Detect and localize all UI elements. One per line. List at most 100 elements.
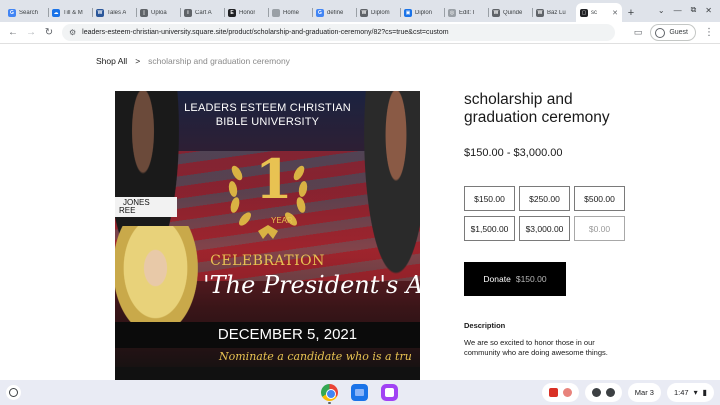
- tab-favicon-icon: G: [8, 8, 16, 17]
- amount-option[interactable]: $500.00: [574, 186, 625, 211]
- product-title: scholarship and graduation ceremony: [464, 91, 610, 126]
- tab-favicon-icon: W: [536, 8, 544, 17]
- close-window-icon[interactable]: ✕: [705, 6, 712, 15]
- screen-capture-pill[interactable]: [541, 383, 579, 402]
- studio-app-icon[interactable]: [381, 384, 398, 401]
- browser-tab[interactable]: W Baz Lu: [532, 3, 576, 22]
- window-controls: ⌄ — ⧉ ✕: [658, 0, 720, 20]
- browser-tab[interactable]: ▯ Uploa: [136, 3, 180, 22]
- browser-tab[interactable]: Gdefine: [312, 3, 356, 22]
- tab-favicon-icon: W: [96, 8, 104, 17]
- tab-label: Baz Lu: [547, 9, 566, 16]
- tab-search-icon[interactable]: ⌄: [658, 6, 665, 15]
- browser-tab[interactable]: W Tales A: [92, 3, 136, 22]
- price-range: $150.00 - $3,000.00: [464, 147, 563, 159]
- browser-tab[interactable]: ◎ Edit: I: [444, 3, 488, 22]
- tab-favicon-icon: ▯: [140, 8, 148, 17]
- address-bar[interactable]: ⚙ leaders-esteem-christian-university.sq…: [62, 24, 615, 41]
- browser-tab[interactable]: i Cart A: [180, 3, 224, 22]
- browser-tab[interactable]: E Honor: [224, 3, 268, 22]
- breadcrumb-shop-all[interactable]: Shop All: [96, 56, 127, 66]
- celebration-text: CELEBRATION: [210, 253, 325, 269]
- url-text: leaders-esteem-christian-university.squa…: [82, 29, 449, 36]
- screen-record-icon: [548, 388, 558, 397]
- os-shelf: Mar 3 1:47 ▾ ▮: [0, 380, 720, 405]
- donation-amount-options: $150.00 $250.00 $500.00 $1,500.00 $3,000…: [464, 186, 625, 241]
- name-card-line-2: REE: [119, 206, 136, 215]
- tab-favicon-icon: i: [184, 8, 192, 17]
- tab-label: Search: [19, 9, 39, 16]
- tab-label: Diplon: [415, 9, 433, 16]
- tab-label: define: [327, 9, 344, 16]
- tab-label: Honor: [239, 9, 256, 16]
- amount-option[interactable]: $250.00: [519, 186, 570, 211]
- description-text: We are so excited to honor those in our …: [464, 338, 608, 357]
- tab-label: Diplom: [371, 9, 390, 16]
- tab-label: Quinde: [503, 9, 523, 16]
- forward-icon[interactable]: →: [22, 24, 40, 42]
- minimize-icon[interactable]: —: [674, 6, 682, 15]
- anniversary-word: YEAR: [271, 216, 293, 225]
- amount-option[interactable]: $1,500.00: [464, 216, 515, 241]
- tab-favicon-icon: W: [360, 8, 368, 17]
- anniversary-number: 1: [255, 147, 293, 211]
- award-script: 'The President's Awar: [203, 271, 420, 299]
- back-icon[interactable]: ←: [4, 24, 22, 42]
- browser-toolbar: ← → ↻ ⚙ leaders-esteem-christian-univers…: [0, 22, 720, 44]
- amount-option[interactable]: $150.00: [464, 186, 515, 211]
- tab-favicon-icon: ▣: [404, 8, 412, 17]
- breadcrumb-separator: >: [135, 56, 141, 66]
- tab-favicon-icon: ☁: [52, 8, 60, 17]
- launcher-icon[interactable]: [6, 385, 21, 400]
- reload-icon[interactable]: ↻: [40, 24, 58, 42]
- custom-amount-input[interactable]: $0.00: [574, 216, 625, 241]
- description-heading: Description: [464, 321, 506, 330]
- donate-button[interactable]: Donate $150.00: [464, 262, 566, 296]
- browser-tab[interactable]: W Diplom: [356, 3, 400, 22]
- browser-tab[interactable]: ☁ Till & M: [48, 3, 92, 22]
- tab-label: sc: [591, 9, 597, 16]
- notification-pill[interactable]: [584, 383, 622, 402]
- restore-icon[interactable]: ⧉: [691, 5, 697, 15]
- site-info-icon[interactable]: ⚙: [69, 28, 76, 37]
- new-tab-button[interactable]: +: [622, 3, 640, 22]
- system-tray-pill[interactable]: 1:47 ▾ ▮: [666, 383, 714, 402]
- profile-button[interactable]: Guest: [650, 24, 696, 41]
- donate-label: Donate: [483, 274, 511, 284]
- event-date: DECEMBER 5, 2021: [115, 322, 420, 348]
- tab-close-icon[interactable]: ✕: [612, 9, 618, 17]
- name-card: JONES REE: [115, 197, 177, 217]
- browser-tab[interactable]: W Quinde: [488, 3, 532, 22]
- files-app-icon[interactable]: [351, 384, 368, 401]
- school-line-2: BIBLE UNIVERSITY: [215, 116, 320, 128]
- nominate-text: Nominate a candidate who is a tru: [219, 350, 412, 363]
- battery-icon: ▮: [702, 388, 707, 397]
- cast-icon[interactable]: ▭: [634, 27, 643, 38]
- breadcrumb-current: scholarship and graduation ceremony: [148, 56, 290, 66]
- chrome-app-icon[interactable]: [321, 384, 338, 401]
- school-line-1: LEADERS ESTEEM CHRISTIAN: [184, 102, 351, 114]
- browser-tab[interactable]: ▣ Diplon: [400, 3, 444, 22]
- tab-favicon-icon: G: [316, 8, 324, 17]
- browser-tab[interactable]: Home: [268, 3, 312, 22]
- tab-label: Tales A: [107, 9, 127, 16]
- amount-option[interactable]: $3,000.00: [519, 216, 570, 241]
- tab-label: Till & M: [63, 9, 83, 16]
- school-name: LEADERS ESTEEM CHRISTIAN BIBLE UNIVERSIT…: [115, 101, 420, 129]
- time-text: 1:47: [673, 388, 689, 397]
- menu-icon[interactable]: ⋮: [704, 27, 714, 38]
- tab-favicon-icon: W: [492, 8, 500, 17]
- browser-tab[interactable]: G Search: [4, 3, 48, 22]
- profile-icon: [655, 27, 666, 38]
- tab-favicon-icon: [272, 8, 280, 17]
- donate-amount: $150.00: [515, 274, 547, 284]
- date-pill[interactable]: Mar 3: [627, 383, 661, 402]
- notification-icon: [605, 388, 615, 397]
- breadcrumb: Shop All > scholarship and graduation ce…: [96, 56, 290, 66]
- product-image[interactable]: LEADERS ESTEEM CHRISTIAN BIBLE UNIVERSIT…: [115, 91, 420, 380]
- tab-favicon-icon: ◎: [448, 8, 456, 17]
- stylus-icon: [562, 388, 572, 397]
- browser-tab[interactable]: ▢ sc ✕: [576, 3, 622, 22]
- image-bottom-band: [115, 367, 420, 380]
- tab-label: Cart A: [195, 9, 212, 16]
